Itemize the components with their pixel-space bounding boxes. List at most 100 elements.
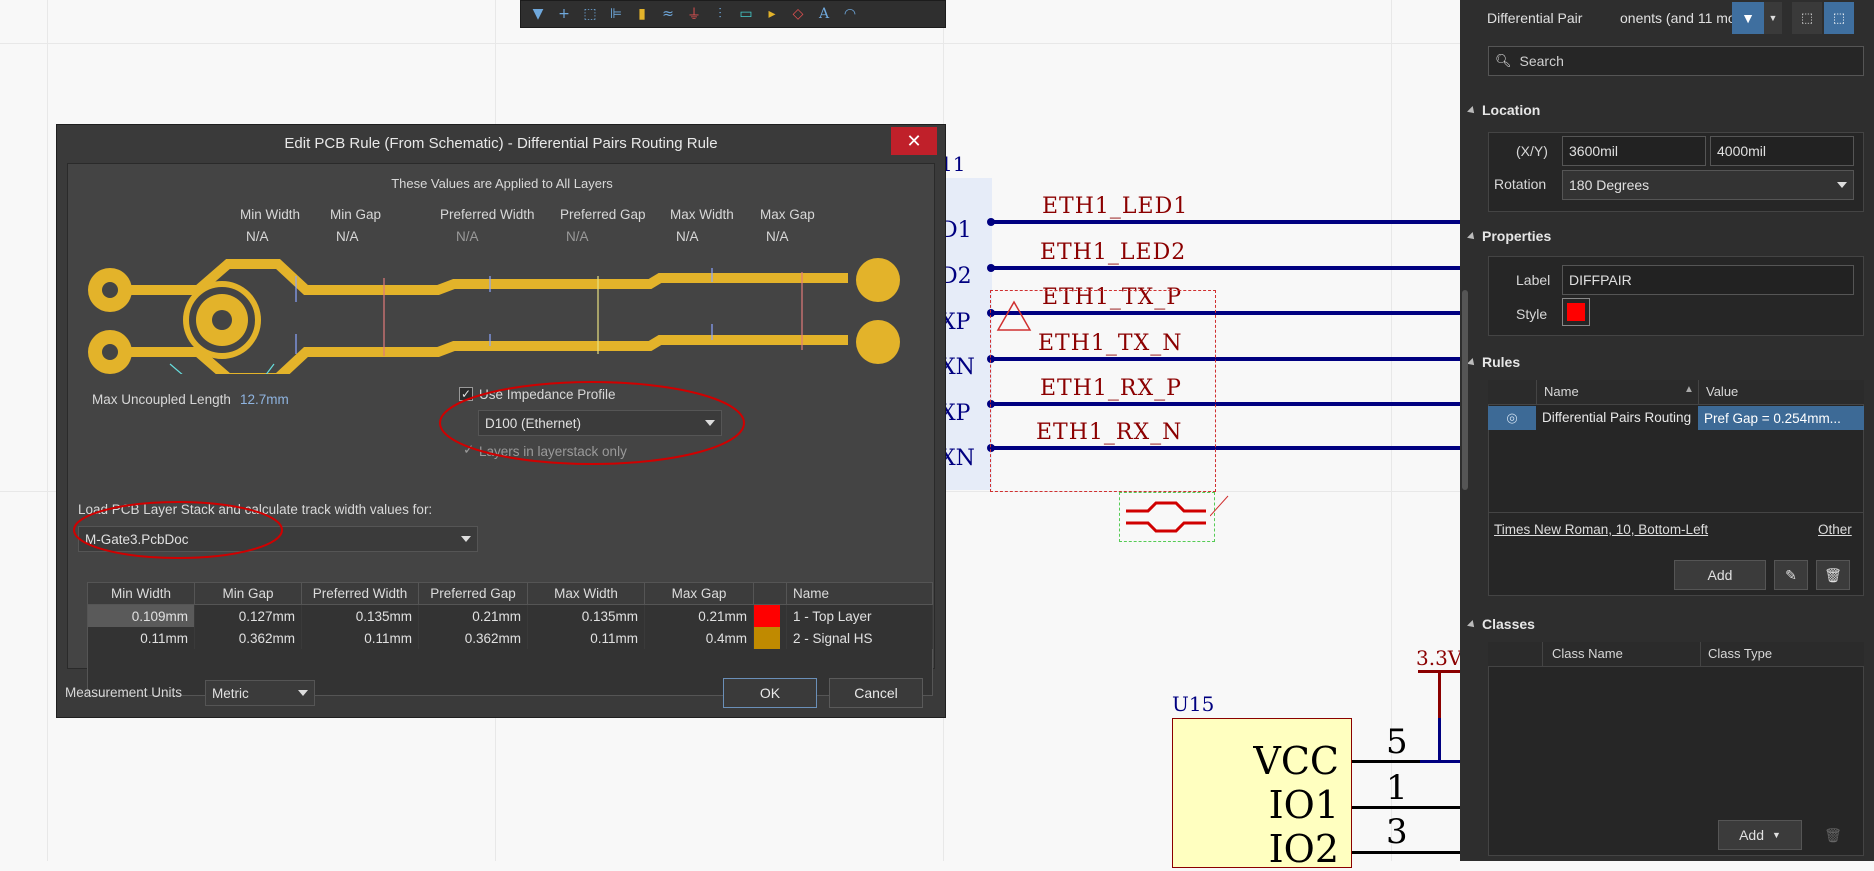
diffpair-directive-icon bbox=[1126, 501, 1206, 533]
col-min-width[interactable]: Min Width bbox=[87, 582, 195, 605]
cell[interactable]: 0.11mm bbox=[527, 627, 645, 649]
chevron-down-icon bbox=[461, 536, 471, 542]
classes-col-name[interactable]: Class Name bbox=[1552, 646, 1623, 661]
cell[interactable]: 0.21mm bbox=[644, 604, 754, 627]
align-icon[interactable]: ⊫ bbox=[605, 3, 627, 25]
cell[interactable]: 0.11mm bbox=[301, 627, 419, 649]
dialog-panel: These Values are Applied to All Layers M… bbox=[67, 163, 935, 696]
layer-name[interactable]: 2 - Signal HS bbox=[786, 627, 933, 649]
table-row[interactable]: 0.11mm 0.362mm 0.11mm 0.362mm 0.11mm 0.4… bbox=[87, 627, 933, 649]
location-section-title[interactable]: Location bbox=[1468, 102, 1540, 118]
properties-section-title[interactable]: Properties bbox=[1468, 228, 1551, 244]
style-color-picker[interactable] bbox=[1562, 298, 1590, 326]
diffpair-icon[interactable]: ◇ bbox=[787, 3, 809, 25]
cell[interactable]: 0.362mm bbox=[194, 627, 302, 649]
u15-body[interactable]: VCC IO1 IO2 bbox=[1172, 718, 1352, 871]
rules-section-title[interactable]: Rules bbox=[1468, 354, 1520, 370]
label-field[interactable]: DIFFPAIR bbox=[1562, 265, 1854, 295]
net-wire[interactable] bbox=[990, 220, 1460, 224]
layer-table-grid: Min Width Min Gap Preferred Width Prefer… bbox=[87, 582, 933, 649]
properties-panel: Differential Pair onents (and 11 more) ▼… bbox=[1460, 0, 1874, 861]
col-name[interactable]: Name bbox=[786, 582, 933, 605]
cell[interactable]: 0.11mm bbox=[87, 627, 195, 649]
rules-col-name[interactable]: Name bbox=[1544, 384, 1579, 399]
gnd-icon[interactable]: ⏚ bbox=[683, 3, 705, 25]
cell[interactable]: 0.135mm bbox=[301, 604, 419, 627]
net-label[interactable]: ETH1_LED2 bbox=[1040, 240, 1186, 265]
component-icon[interactable]: ▮ bbox=[631, 3, 653, 25]
pin-number: 1 bbox=[1386, 768, 1408, 808]
cell[interactable]: 0.362mm bbox=[418, 627, 528, 649]
col-divider bbox=[1700, 642, 1701, 666]
add-class-button[interactable]: Add ▼ bbox=[1718, 820, 1802, 850]
edit-icon[interactable]: ✎ bbox=[1774, 560, 1808, 590]
add-class-label: Add bbox=[1739, 827, 1764, 843]
ok-button[interactable]: OK bbox=[723, 678, 817, 708]
net-wire-vertical[interactable] bbox=[1438, 716, 1441, 762]
bus-icon[interactable]: ⫶ bbox=[709, 3, 731, 25]
rule-name[interactable]: Differential Pairs Routing bbox=[1542, 410, 1691, 425]
add-rule-button[interactable]: Add bbox=[1674, 560, 1766, 590]
delete-icon[interactable]: 🗑︎ bbox=[1816, 560, 1850, 590]
layer-color-swatch bbox=[754, 627, 780, 649]
max-uncoupled-value[interactable]: 12.7mm bbox=[240, 392, 289, 407]
net-wire[interactable] bbox=[990, 266, 1460, 270]
col-color[interactable] bbox=[753, 582, 787, 605]
cell[interactable]: 0.109mm bbox=[87, 604, 195, 627]
col-preferred-gap[interactable]: Preferred Gap bbox=[418, 582, 528, 605]
diffpair-directive[interactable] bbox=[1119, 492, 1215, 542]
classes-col-type[interactable]: Class Type bbox=[1708, 646, 1772, 661]
rules-row[interactable]: ◎ Differential Pairs Routing Pref Gap = … bbox=[1488, 406, 1864, 430]
port-icon[interactable]: ▸ bbox=[761, 3, 783, 25]
classes-section-title[interactable]: Classes bbox=[1468, 616, 1535, 632]
label-label: Label bbox=[1516, 272, 1551, 288]
wire-icon[interactable]: ≈ bbox=[657, 3, 679, 25]
col-max-gap[interactable]: Max Gap bbox=[644, 582, 754, 605]
cursor-select-icon[interactable]: ⬚ bbox=[1824, 2, 1854, 34]
filter-icon[interactable]: ▼ bbox=[1732, 2, 1764, 34]
close-button[interactable]: ✕ bbox=[891, 127, 937, 155]
net-label[interactable]: ETH1_LED1 bbox=[1042, 194, 1188, 219]
filter-icon[interactable]: ▼ bbox=[527, 3, 549, 25]
power-port-bar[interactable] bbox=[1418, 670, 1462, 673]
y-field[interactable]: 4000mil bbox=[1710, 136, 1854, 166]
font-info-link[interactable]: Times New Roman, 10, Bottom-Left bbox=[1494, 522, 1708, 537]
text-icon[interactable]: A bbox=[813, 3, 835, 25]
style-color-swatch bbox=[1567, 303, 1585, 321]
u15-pin-name: IO2 bbox=[1268, 827, 1339, 871]
u15-designator[interactable]: U15 bbox=[1172, 692, 1214, 716]
search-icon: 🔍︎ bbox=[1495, 53, 1512, 68]
col-min-gap[interactable]: Min Gap bbox=[194, 582, 302, 605]
cell[interactable]: 0.127mm bbox=[194, 604, 302, 627]
arc-icon[interactable]: ◠ bbox=[839, 3, 861, 25]
layer-name[interactable]: 1 - Top Layer bbox=[786, 604, 933, 627]
filter-dropdown-icon[interactable]: ▼ bbox=[1764, 2, 1782, 34]
col-max-width[interactable]: Max Width bbox=[527, 582, 645, 605]
cell[interactable]: 0.135mm bbox=[527, 604, 645, 627]
rotation-select[interactable]: 180 Degrees bbox=[1562, 170, 1854, 200]
power-port-label: 3.3V bbox=[1416, 646, 1463, 670]
cell[interactable]: 0.21mm bbox=[418, 604, 528, 627]
search-input[interactable]: 🔍︎ Search bbox=[1488, 46, 1864, 76]
panel-scrollbar[interactable] bbox=[1462, 290, 1468, 490]
rule-eye-icon[interactable]: ◎ bbox=[1488, 406, 1536, 430]
chevron-down-icon: ▼ bbox=[1772, 830, 1781, 840]
rules-col-value[interactable]: Value bbox=[1706, 384, 1738, 399]
rule-value[interactable]: Pref Gap = 0.254mm... bbox=[1698, 406, 1864, 430]
pin-number: 3 bbox=[1386, 812, 1408, 852]
x-field[interactable]: 3600mil bbox=[1562, 136, 1706, 166]
active-bar-toolbar: ▼ + ⬚ ⊫ ▮ ≈ ⏚ ⫶ ▭ ▸ ◇ A ◠ bbox=[520, 0, 946, 28]
plus-icon[interactable]: + bbox=[553, 3, 575, 25]
other-link[interactable]: Other bbox=[1818, 522, 1852, 537]
classes-section bbox=[1488, 642, 1864, 856]
param-label: Max Width bbox=[670, 207, 734, 222]
select-rect-icon[interactable]: ⬚ bbox=[579, 3, 601, 25]
measurement-units-select[interactable]: Metric bbox=[205, 680, 315, 706]
cell[interactable]: 0.4mm bbox=[644, 627, 754, 649]
table-row[interactable]: 0.109mm 0.127mm 0.135mm 0.21mm 0.135mm 0… bbox=[87, 604, 933, 627]
select-mode-icon[interactable]: ⬚ bbox=[1792, 2, 1822, 34]
cancel-button[interactable]: Cancel bbox=[829, 678, 923, 708]
delete-icon[interactable]: 🗑︎ bbox=[1816, 820, 1850, 850]
part-icon[interactable]: ▭ bbox=[735, 3, 757, 25]
col-preferred-width[interactable]: Preferred Width bbox=[301, 582, 419, 605]
